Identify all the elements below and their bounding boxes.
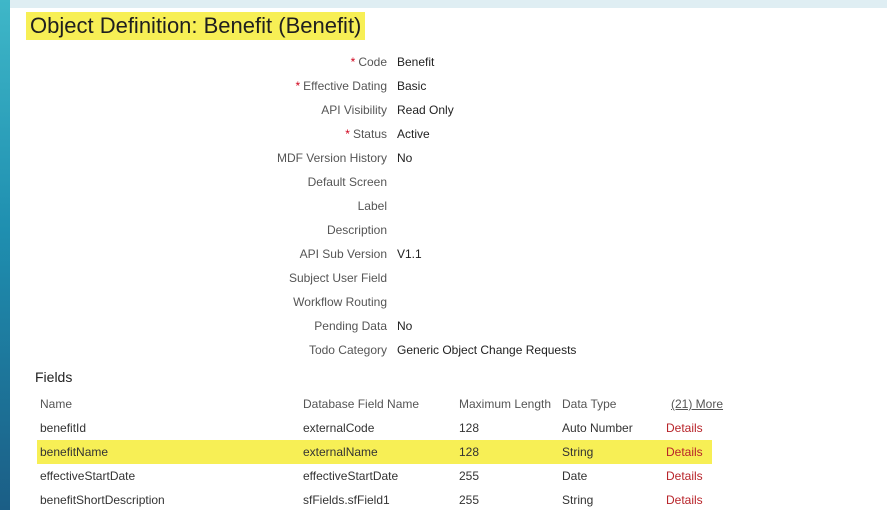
required-marker: * [345,127,350,141]
property-row-todo-category: Todo Category Generic Object Change Requ… [0,338,887,362]
property-label: * Effective Dating [295,79,388,93]
property-value: V1.1 [397,247,422,261]
property-label: Default Screen [307,175,387,189]
property-value: No [397,319,413,333]
table-header-row: Name Database Field Name Maximum Length … [37,392,723,416]
fields-table: Name Database Field Name Maximum Length … [37,392,723,512]
table-row: benefitId externalCode 128 Auto Number D… [37,416,712,440]
page-title: Object Definition: Benefit (Benefit) [26,12,366,40]
property-value: Basic [397,79,427,93]
details-link[interactable]: Details [666,464,703,488]
field-data-type: Date [562,469,588,483]
details-link[interactable]: Details [666,440,703,464]
property-label: Todo Category [308,343,387,357]
field-db-name: externalName [303,445,378,459]
property-value: Generic Object Change Requests [397,343,577,357]
column-header-data-type: Data Type [562,397,617,411]
property-row-effective-dating: * Effective Dating Basic [0,74,887,98]
property-value: Read Only [397,103,454,117]
property-row-default-screen: Default Screen [0,170,887,194]
property-label: Subject User Field [288,271,387,285]
table-row: benefitShortDescription sfFields.sfField… [37,488,712,512]
more-fields-link[interactable]: (21) More [671,392,723,416]
fields-heading: Fields [35,369,73,385]
field-name: benefitName [40,445,109,459]
property-row-label: Label [0,194,887,218]
details-link[interactable]: Details [666,488,703,512]
property-label: API Visibility [321,103,387,117]
required-marker: * [350,55,356,69]
property-label: API Sub Version [299,247,387,261]
field-max-length: 128 [459,421,480,435]
details-link[interactable]: Details [666,416,703,440]
top-border [0,0,887,8]
field-max-length: 255 [459,493,480,507]
property-label: Description [326,223,387,237]
property-value: Active [397,127,430,141]
property-row-status: * Status Active [0,122,887,146]
properties-list: * Code Benefit * Effective Dating Basic AP… [0,50,887,362]
property-row-workflow-routing: Workflow Routing [0,290,887,314]
property-row-api-visibility: API Visibility Read Only [0,98,887,122]
property-value: Benefit [397,55,435,69]
required-marker: * [295,79,301,93]
property-label: Workflow Routing [293,295,387,309]
column-header-name: Name [40,397,73,411]
property-row-api-sub-version: API Sub Version V1.1 [0,242,887,266]
field-name: effectiveStartDate [40,469,136,483]
table-row: effectiveStartDate effectiveStartDate 25… [37,464,712,488]
field-data-type: String [562,445,594,459]
property-row-pending-data: Pending Data No [0,314,887,338]
property-row-mdf-version-history: MDF Version History No [0,146,887,170]
property-row-code: * Code Benefit [0,50,887,74]
property-row-description: Description [0,218,887,242]
table-row-highlighted: benefitName externalName 128 String Deta… [37,440,712,464]
field-db-name: externalCode [303,421,375,435]
property-label: Label [357,199,387,213]
field-data-type: Auto Number [562,421,633,435]
property-label: * Code [350,55,387,69]
field-db-name: sfFields.sfField1 [303,493,390,507]
property-label: MDF Version History [276,151,387,165]
field-data-type: String [562,493,594,507]
field-db-name: effectiveStartDate [303,469,399,483]
field-name: benefitId [40,421,87,435]
column-header-max-length: Maximum Length [459,397,552,411]
property-row-subject-user-field: Subject User Field [0,266,887,290]
field-max-length: 255 [459,469,480,483]
column-header-db-field: Database Field Name [303,397,420,411]
property-label: * Status [345,127,387,141]
field-name: benefitShortDescription [40,493,165,507]
property-label: Pending Data [314,319,387,333]
field-max-length: 128 [459,445,480,459]
property-value: No [397,151,413,165]
